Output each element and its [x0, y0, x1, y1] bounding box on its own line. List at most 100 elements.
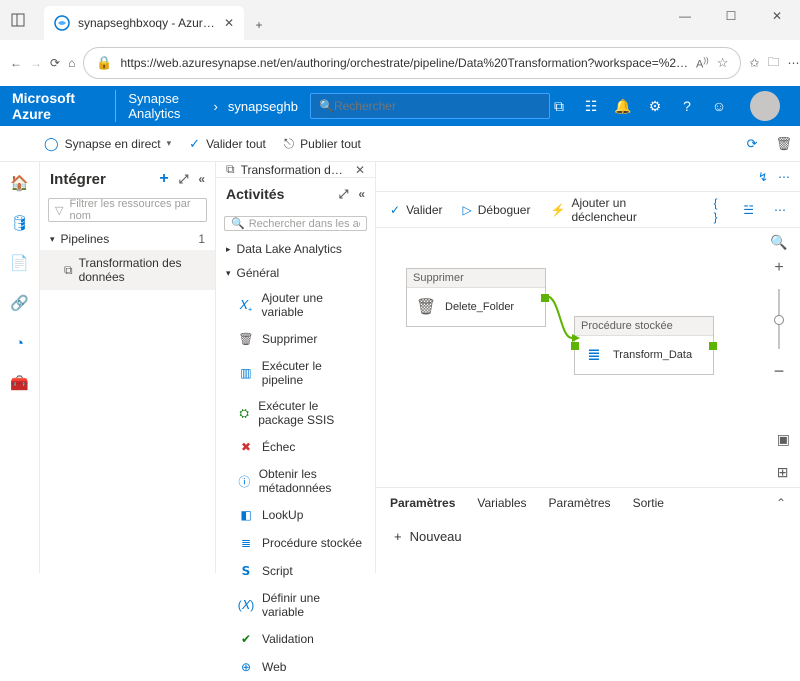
settings-icon[interactable]: ⚙	[646, 98, 664, 115]
add-resource-icon[interactable]: +	[159, 170, 168, 188]
window-maximize[interactable]: ☐	[708, 0, 754, 32]
synapse-live-dropdown[interactable]: ◯ Synapse en direct ▾	[44, 136, 171, 152]
breadcrumb-service[interactable]: Synapse Analytics	[128, 91, 203, 121]
window-close[interactable]: ✕	[754, 0, 800, 32]
publish-icon: ⎋	[284, 136, 294, 152]
read-aloud-icon[interactable]: A))	[696, 56, 709, 71]
zoom-thumb[interactable]	[774, 315, 784, 325]
new-parameter-button[interactable]: + Nouveau	[394, 529, 462, 544]
collapse-panel-icon[interactable]: «	[198, 172, 205, 186]
rail-home-icon[interactable]: 🏠	[9, 172, 31, 194]
tab-parameters[interactable]: Paramètres	[390, 496, 455, 510]
rail-integrate-icon[interactable]: 🔗	[9, 292, 31, 314]
zoom-slider[interactable]	[778, 289, 780, 349]
activity-icon: 𝑋₊	[238, 297, 254, 313]
activity-item[interactable]: ✔Validation	[216, 625, 375, 653]
notifications-icon[interactable]: 🔔	[614, 98, 632, 115]
window-minimize[interactable]: —	[662, 0, 708, 32]
pipelines-tree-node[interactable]: ▾ Pipelines 1	[40, 228, 215, 250]
stored-proc-icon: ≣	[583, 344, 605, 366]
directory-icon[interactable]: ☷	[582, 98, 600, 115]
validate-button[interactable]: ✓Valider	[390, 203, 443, 217]
cloud-shell-icon[interactable]: ⧉	[550, 98, 568, 115]
debug-button[interactable]: ▷Déboguer	[463, 203, 531, 217]
zoom-in-icon[interactable]: +	[774, 259, 783, 277]
azure-brand[interactable]: Microsoft Azure	[12, 90, 116, 122]
add-trigger-button[interactable]: ⚡Ajouter un déclencheur	[550, 196, 673, 224]
properties-icon[interactable]: ☱	[743, 203, 754, 217]
studio-action-bar: ◯ Synapse en direct ▾ ✓ Valider tout ⎋ P…	[0, 126, 800, 162]
favorites-icon[interactable]: ✩	[749, 48, 759, 78]
feedback-icon[interactable]: ☺	[710, 98, 728, 114]
activity-search-input[interactable]: 🔍 Rechercher dans les activités	[224, 216, 367, 231]
output-port[interactable]	[709, 342, 717, 350]
activity-icon: 𝗦	[238, 563, 254, 579]
autolayout-icon[interactable]: ⊞	[777, 464, 790, 481]
activity-item[interactable]: ≣Procédure stockée	[216, 529, 375, 557]
activity-item[interactable]: ⛭Exécuter le package SSIS	[216, 393, 375, 433]
refresh-icon[interactable]: ⟳	[747, 136, 758, 152]
delete-icon[interactable]: 🗑	[775, 136, 792, 152]
connector-arrow[interactable]	[546, 290, 580, 346]
expand-properties-icon[interactable]: ⌃	[776, 496, 786, 510]
code-view-icon[interactable]: ↯	[758, 170, 768, 184]
search-input[interactable]	[334, 99, 541, 113]
validate-all-button[interactable]: ✓ Valider tout	[189, 136, 266, 152]
search-icon: 🔍	[319, 99, 334, 113]
activity-item[interactable]: ⊕Web	[216, 653, 375, 681]
activity-item[interactable]: 𝑋₊Ajouter une variable	[216, 285, 375, 325]
activity-item[interactable]: ◧LookUp	[216, 501, 375, 529]
rail-monitor-icon[interactable]: ◔	[9, 332, 31, 354]
link-icon[interactable]: ⤢	[179, 172, 189, 187]
favorite-outline-icon[interactable]: ☆	[717, 55, 729, 71]
pipeline-item[interactable]: ⧉ Transformation des données	[40, 250, 215, 290]
activity-item[interactable]: ⓘObtenir les métadonnées	[216, 461, 375, 501]
activity-item[interactable]: 𝗦Script	[216, 557, 375, 585]
expand-all-icon[interactable]: ⤢	[339, 187, 349, 202]
fit-icon[interactable]: ▣	[777, 431, 790, 448]
search-canvas-icon[interactable]: 🔍	[770, 234, 787, 251]
activity-item[interactable]: (𝑋)Définir une variable	[216, 585, 375, 625]
properties-more-icon[interactable]: ⋯	[778, 170, 790, 184]
help-icon[interactable]: ?	[678, 98, 696, 114]
activity-item[interactable]: 🗑Supprimer	[216, 325, 375, 353]
close-tab-icon[interactable]: ✕	[355, 163, 365, 177]
address-bar[interactable]: 🔒 https://web.azuresynapse.net/en/author…	[83, 47, 741, 79]
refresh-button[interactable]: ⟳	[50, 48, 60, 78]
new-tab-button[interactable]: +	[244, 10, 274, 40]
publish-all-button[interactable]: ⎋ Publier tout	[284, 136, 361, 152]
tab-close-icon[interactable]: ✕	[224, 16, 234, 30]
activity-icon: ◧	[238, 507, 254, 523]
filter-resources-input[interactable]: ▽ Filtrer les ressources par nom	[48, 198, 207, 222]
side-rail: 🏠 🛢 📄 🔗 ◔ 🧰	[0, 162, 40, 573]
tab-output[interactable]: Sortie	[633, 496, 664, 510]
more-toolbar-icon[interactable]: ⋯	[774, 203, 786, 217]
avatar[interactable]	[750, 91, 780, 121]
canvas-node-delete[interactable]: Supprimer 🗑 Delete_Folder	[406, 268, 546, 327]
rail-manage-icon[interactable]: 🧰	[9, 372, 31, 394]
pipeline-canvas[interactable]: 🔍 + − ▣ ⊞ Supprimer 🗑 Delete_Folder P	[376, 228, 800, 487]
group-data-lake[interactable]: ▸ Data Lake Analytics	[216, 237, 375, 261]
tab-variables[interactable]: Variables	[477, 496, 526, 510]
activity-item[interactable]: ▥Exécuter le pipeline	[216, 353, 375, 393]
back-button[interactable]: ←	[10, 48, 22, 78]
rail-develop-icon[interactable]: 📄	[9, 252, 31, 274]
browser-tab[interactable]: synapseghbxoqy - Azure Synaps… ✕	[44, 6, 244, 40]
home-button[interactable]: ⌂	[68, 48, 75, 78]
tab-settings[interactable]: Paramètres	[549, 496, 611, 510]
group-general[interactable]: ▾ Général	[216, 261, 375, 285]
zoom-out-icon[interactable]: −	[774, 361, 785, 382]
activity-item[interactable]: ✖Échec	[216, 433, 375, 461]
breadcrumb-workspace[interactable]: synapseghb	[228, 99, 298, 114]
integrate-panel: Intégrer + ⤢ « ▽ Filtrer les ressources …	[40, 162, 216, 573]
rail-data-icon[interactable]: 🛢	[9, 212, 31, 234]
collections-icon[interactable]: 🗀	[767, 48, 779, 78]
tab-overview-button[interactable]	[8, 10, 28, 30]
global-search[interactable]: 🔍	[310, 93, 550, 119]
canvas-node-stored-proc[interactable]: Procédure stockée ≣ Transform_Data	[574, 316, 714, 375]
more-icon[interactable]: ⋯	[787, 48, 799, 78]
collapse-activities-icon[interactable]: «	[358, 187, 365, 201]
activity-icon: (𝑋)	[238, 597, 254, 613]
json-braces-icon[interactable]: { }	[714, 196, 724, 224]
open-pipeline-tab[interactable]: ⧉ Transformation des données ✕	[216, 162, 375, 178]
